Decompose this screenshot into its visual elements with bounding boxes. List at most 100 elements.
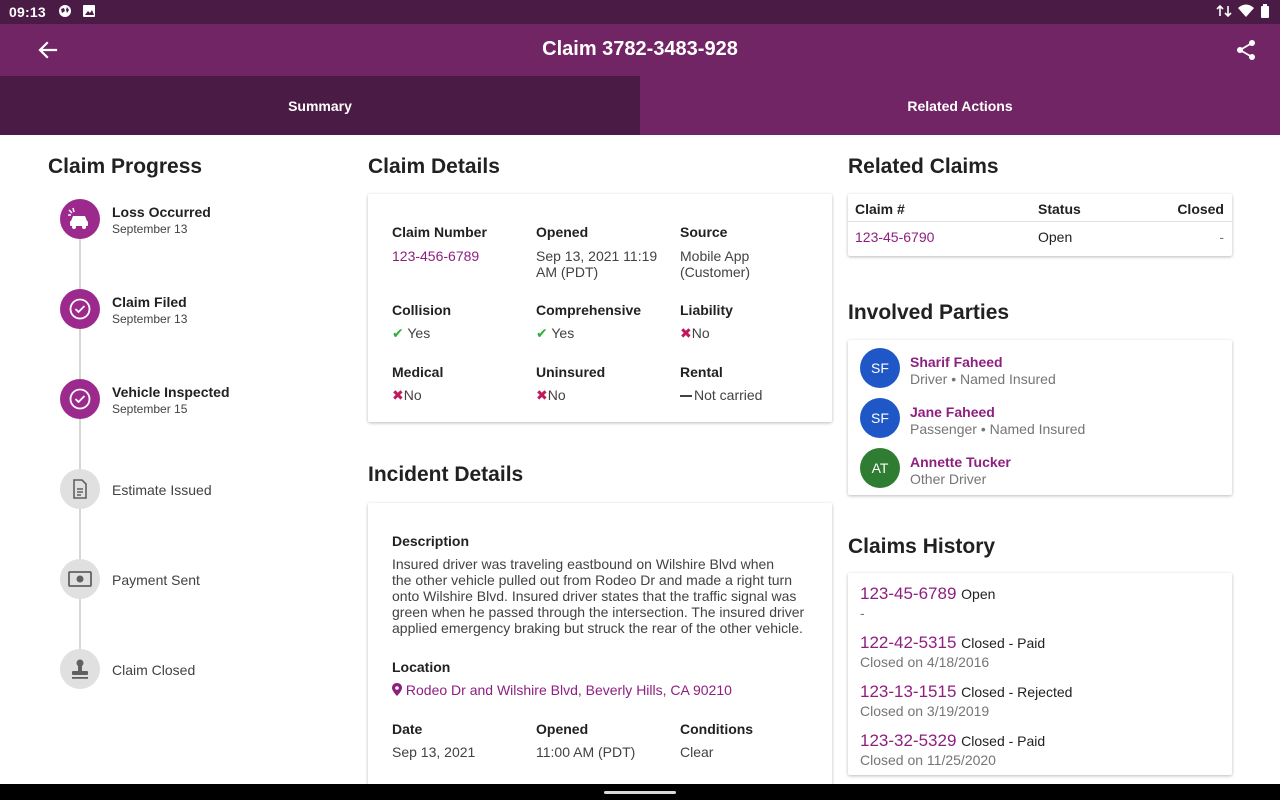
description-line: the other vehicle pulled out from Rodeo … bbox=[392, 572, 793, 588]
comprehensive-label: Comprehensive bbox=[536, 302, 642, 318]
rental-label: Rental bbox=[680, 364, 723, 380]
tab-related-actions[interactable]: Related Actions bbox=[640, 76, 1280, 135]
involved-parties-heading: Involved Parties bbox=[848, 301, 1010, 324]
globe-icon bbox=[59, 5, 71, 17]
document-icon bbox=[60, 469, 100, 509]
history-claim-status: Closed - Paid bbox=[961, 635, 1046, 651]
incident-details-heading: Incident Details bbox=[368, 463, 524, 486]
list-item[interactable]: SF Jane Faheed Passenger • Named Insured bbox=[848, 392, 1232, 442]
involved-parties-card: SF Sharif Faheed Driver • Named Insured … bbox=[848, 340, 1232, 495]
check-icon: ✔ bbox=[392, 325, 404, 341]
share-icon[interactable] bbox=[1234, 38, 1258, 62]
history-claim-closed: Closed on 3/19/2019 bbox=[860, 703, 990, 719]
history-claim-item[interactable]: 122-42-5315 Closed - Paid bbox=[860, 633, 1045, 653]
rental-value: Not carried bbox=[680, 387, 762, 403]
collision-value: ✔ Yes bbox=[392, 325, 430, 341]
system-nav-bar bbox=[0, 784, 1280, 800]
step-title: Payment Sent bbox=[112, 572, 200, 588]
dash-icon bbox=[680, 395, 692, 398]
date-value: Sep 13, 2021 bbox=[392, 744, 476, 760]
history-claim-status: Open bbox=[961, 586, 996, 602]
column-header-closed: Closed bbox=[1177, 201, 1224, 217]
list-item[interactable]: SF Sharif Faheed Driver • Named Insured bbox=[848, 342, 1232, 392]
table-row[interactable]: 123-45-6790 Open - bbox=[848, 222, 1232, 256]
avatar: AT bbox=[860, 448, 900, 488]
status-icons bbox=[1216, 4, 1270, 18]
opened-value-line2: AM (PDT) bbox=[536, 264, 599, 280]
history-claim-number[interactable]: 123-45-6789 bbox=[860, 584, 956, 603]
claims-history-heading: Claims History bbox=[848, 535, 996, 558]
claim-details-card: Claim Number 123-456-6789 Opened Sep 13,… bbox=[368, 194, 832, 422]
party-role: Other Driver bbox=[910, 471, 987, 487]
history-claim-status: Closed - Paid bbox=[961, 733, 1046, 749]
opened-label: Opened bbox=[536, 224, 589, 240]
collision-label: Collision bbox=[392, 302, 452, 318]
party-name[interactable]: Sharif Faheed bbox=[910, 354, 1003, 370]
cross-icon: ✖ bbox=[536, 387, 548, 403]
details-section: Claim Details Claim Number 123-456-6789 … bbox=[368, 135, 832, 793]
step-title: Claim Closed bbox=[112, 662, 196, 678]
description-line: Insured driver was traveling eastbound o… bbox=[392, 556, 775, 572]
claim-details-heading: Claim Details bbox=[368, 155, 500, 178]
stamp-icon bbox=[60, 649, 100, 689]
home-gesture-handle[interactable] bbox=[604, 791, 676, 794]
list-item[interactable]: AT Annette Tucker Other Driver bbox=[848, 442, 1232, 492]
step-date: September 13 bbox=[112, 312, 188, 326]
list-item[interactable]: 123-32-5329 Closed - Paid Closed on 11/2… bbox=[848, 722, 1232, 771]
claim-number-label: Claim Number bbox=[392, 224, 487, 240]
progress-step: Loss Occurred September 13 bbox=[48, 199, 338, 289]
comprehensive-value: ✔ Yes bbox=[536, 325, 574, 341]
history-claim-number[interactable]: 123-13-1515 bbox=[860, 682, 956, 701]
rental-text: Not carried bbox=[694, 387, 763, 403]
collision-text: Yes bbox=[407, 325, 431, 341]
party-name[interactable]: Jane Faheed bbox=[910, 404, 995, 420]
incident-details-card: Description Insured driver was traveling… bbox=[368, 503, 832, 793]
table-header: Claim # Status Closed bbox=[848, 194, 1232, 222]
history-claim-item[interactable]: 123-32-5329 Closed - Paid bbox=[860, 731, 1045, 751]
party-name[interactable]: Annette Tucker bbox=[910, 454, 1011, 470]
claim-number-link[interactable]: 123-456-6789 bbox=[392, 248, 479, 264]
step-title: Vehicle Inspected bbox=[112, 384, 230, 400]
money-icon bbox=[60, 559, 100, 599]
location-link[interactable]: Rodeo Dr and Wilshire Blvd, Beverly Hill… bbox=[392, 682, 732, 698]
status-time: 09:13 bbox=[9, 4, 46, 20]
step-title: Loss Occurred bbox=[112, 204, 211, 220]
date-label: Date bbox=[392, 721, 423, 737]
column-header-claim: Claim # bbox=[855, 201, 905, 217]
data-arrows-icon bbox=[1216, 4, 1232, 18]
claims-history-card: 123-45-6789 Open - 122-42-5315 Closed - … bbox=[848, 573, 1232, 775]
car-crash-icon bbox=[60, 199, 100, 239]
step-date: September 15 bbox=[112, 402, 188, 416]
claim-progress-section: Claim Progress Loss Occurred September 1… bbox=[48, 135, 338, 739]
cross-icon: ✖ bbox=[392, 387, 404, 403]
history-claim-number[interactable]: 123-32-5329 bbox=[860, 731, 956, 750]
step-title: Estimate Issued bbox=[112, 482, 212, 498]
avatar: SF bbox=[860, 398, 900, 438]
step-title: Claim Filed bbox=[112, 294, 187, 310]
location-text: Rodeo Dr and Wilshire Blvd, Beverly Hill… bbox=[405, 682, 732, 698]
description-line: green when he passed through the interse… bbox=[392, 604, 805, 620]
history-claim-item[interactable]: 123-45-6789 Open bbox=[860, 584, 995, 604]
status-bar: 09:13 bbox=[0, 0, 1280, 24]
comprehensive-text: Yes bbox=[551, 325, 575, 341]
related-claim-link[interactable]: 123-45-6790 bbox=[855, 229, 934, 245]
incident-opened-value: 11:00 AM (PDT) bbox=[536, 744, 636, 760]
history-claim-number[interactable]: 122-42-5315 bbox=[860, 633, 956, 652]
list-item[interactable]: 123-45-6789 Open - bbox=[848, 575, 1232, 624]
progress-step: Claim Filed September 13 bbox=[48, 289, 338, 379]
step-date: September 13 bbox=[112, 222, 188, 236]
progress-step: Claim Closed bbox=[48, 649, 338, 739]
check-icon: ✔ bbox=[536, 325, 548, 341]
column-header-status: Status bbox=[1038, 201, 1081, 217]
progress-step: Payment Sent bbox=[48, 559, 338, 649]
claim-progress-heading: Claim Progress bbox=[48, 155, 203, 178]
list-item[interactable]: 122-42-5315 Closed - Paid Closed on 4/18… bbox=[848, 624, 1232, 673]
page-title: Claim 3782-3483-928 bbox=[542, 38, 738, 60]
location-label: Location bbox=[392, 659, 451, 675]
history-claim-item[interactable]: 123-13-1515 Closed - Rejected bbox=[860, 682, 1072, 702]
conditions-label: Conditions bbox=[680, 721, 754, 737]
incident-opened-label: Opened bbox=[536, 721, 589, 737]
list-item[interactable]: 123-13-1515 Closed - Rejected Closed on … bbox=[848, 673, 1232, 722]
tab-summary[interactable]: Summary bbox=[0, 76, 640, 135]
description-line: applied emergency braking but struck the… bbox=[392, 620, 803, 636]
